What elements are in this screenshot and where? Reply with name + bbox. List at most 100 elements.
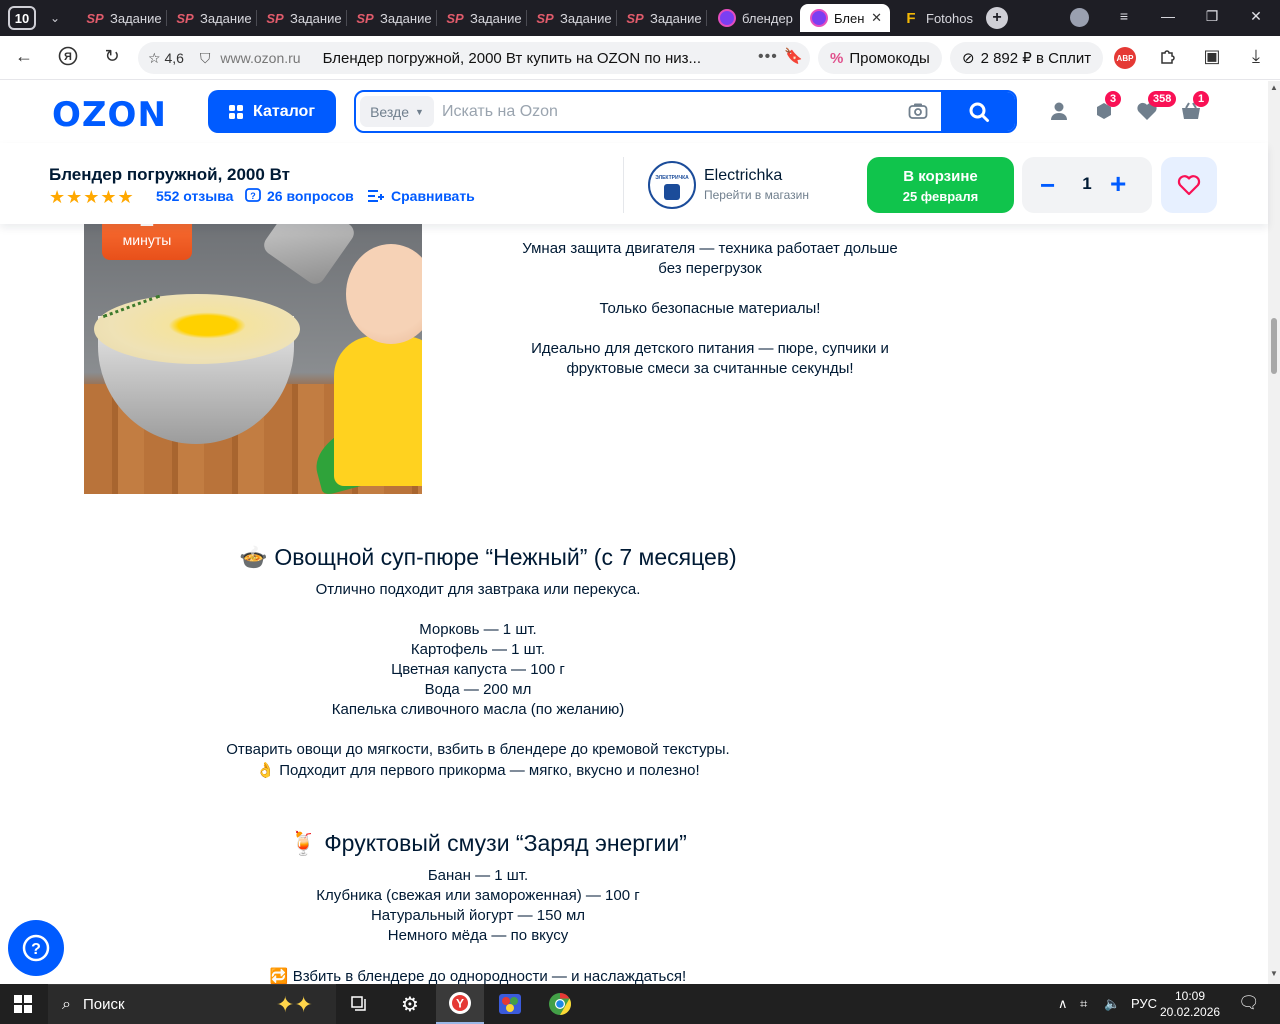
search-scope-select[interactable]: Везде ▼ — [360, 96, 434, 127]
ingredient-line: Клубника (свежая или замороженная) — 100… — [316, 887, 640, 904]
browser-tab[interactable]: SP Задание — [526, 4, 616, 32]
url-page-title[interactable]: Блендер погружной, 2000 Вт купить на OZO… — [323, 50, 713, 67]
decrease-quantity-button[interactable]: − — [1040, 170, 1055, 201]
tray-network-icon[interactable]: ⌗ — [1080, 996, 1087, 1012]
taskbar-search[interactable]: ⌕ Поиск ✦✦ — [48, 984, 336, 1024]
yandex-browser-taskbar-icon[interactable]: Y — [436, 984, 484, 1024]
minimize-icon[interactable]: — — [1158, 8, 1178, 24]
profile-icon[interactable] — [1047, 101, 1071, 127]
browser-tab[interactable]: блендер — [708, 4, 798, 32]
help-button[interactable]: ? — [8, 920, 64, 976]
url-domain[interactable]: www.ozon.ru — [220, 50, 300, 66]
svg-text:?: ? — [250, 191, 256, 201]
chrome-taskbar-icon[interactable] — [536, 984, 584, 1024]
split-price-button[interactable]: ⊘ 2 892 ₽ в Сплит — [950, 42, 1104, 74]
tab-title: Задание — [470, 10, 522, 26]
tropical-drink-icon: 🍹 — [289, 830, 318, 856]
cart-badge: 1 — [1193, 91, 1210, 107]
seller-store-link[interactable]: Перейти в магазин — [704, 188, 809, 202]
notifications-icon[interactable]: 🗨 — [1238, 993, 1260, 1013]
split-icon: ⊘ — [962, 50, 975, 67]
new-tab-button[interactable]: + — [986, 7, 1008, 29]
ingredient-line: Картофель — 1 шт. — [410, 641, 546, 658]
tab-count-button[interactable]: 10 — [8, 6, 36, 30]
product-sticky-bar: Блендер погружной, 2000 Вт ★★★★★ 552 отз… — [0, 143, 1268, 224]
in-cart-button[interactable]: В корзине 25 февраля — [867, 157, 1014, 213]
photo-app-taskbar-icon[interactable] — [486, 984, 534, 1024]
browser-menu-icon[interactable]: ≡ — [1114, 8, 1134, 24]
profile-avatar-icon[interactable] — [1070, 8, 1089, 27]
svg-text:Y: Y — [456, 997, 464, 1011]
yandex-icon[interactable]: Я — [56, 46, 80, 71]
reload-icon[interactable]: ↻ — [100, 46, 124, 67]
questions-link[interactable]: ? 26 вопросов — [245, 188, 354, 204]
more-dots-icon[interactable]: ••• — [758, 48, 778, 66]
collections-icon[interactable]: ▣ — [1200, 46, 1224, 67]
browser-tab[interactable]: SP Задание — [256, 4, 346, 32]
seller-name[interactable]: Electrichka — [704, 167, 782, 185]
favorites-badge: 358 — [1148, 91, 1177, 107]
ozon-favicon-icon — [810, 9, 828, 27]
browser-tab[interactable]: SP Задание — [166, 4, 256, 32]
reviews-link[interactable]: 552 отзыва — [156, 188, 233, 204]
rating-stars-icon[interactable]: ★★★★★ — [49, 187, 135, 208]
settings-gear-icon[interactable]: ⚙ — [386, 984, 434, 1024]
tray-language[interactable]: РУС — [1131, 996, 1157, 1011]
recipe-intro: Отлично подходит для завтрака или переку… — [315, 581, 641, 598]
site-rating[interactable]: ☆ 4,6 — [148, 50, 184, 67]
tab-title: Задание — [290, 10, 342, 26]
back-arrow-icon[interactable]: ← — [12, 46, 36, 67]
timer-badge: 2 минуты — [102, 224, 192, 260]
browser-tab-active[interactable]: Блен ✕ — [800, 4, 890, 32]
scrollbar-thumb[interactable] — [1271, 318, 1277, 374]
tab-list-chevron-icon[interactable]: ⌄ — [44, 6, 66, 30]
extensions-puzzle-icon[interactable] — [1156, 46, 1180, 71]
scroll-up-arrow-icon[interactable]: ▲ — [1270, 83, 1278, 92]
search-icon: ⌕ — [62, 995, 71, 1013]
tray-chevron-icon[interactable]: ∧ — [1058, 996, 1068, 1012]
caret-down-icon: ▼ — [414, 106, 424, 117]
tab-title: блендер — [742, 10, 793, 26]
ingredient-line: Цветная капуста — 100 г — [391, 661, 565, 678]
product-title: Блендер погружной, 2000 Вт — [49, 165, 290, 184]
sp-favicon-icon: SP — [176, 10, 194, 26]
product-photo-baby-puree[interactable]: 2 минуты — [84, 224, 422, 494]
browser-tab[interactable]: SP Задание — [616, 4, 706, 32]
restore-icon[interactable]: ❐ — [1202, 8, 1222, 25]
bookmark-icon[interactable]: 🔖 — [784, 47, 803, 65]
increase-quantity-button[interactable]: + — [1110, 168, 1126, 200]
adblock-icon[interactable]: ABP — [1114, 47, 1136, 69]
add-to-favorites-button[interactable] — [1161, 157, 1217, 213]
browser-tab[interactable]: F Fotohos — [892, 4, 982, 32]
tab-close-icon[interactable]: ✕ — [871, 10, 882, 26]
quantity-value: 1 — [1082, 174, 1092, 193]
compare-link[interactable]: Сравнивать — [367, 188, 475, 204]
repeat-arrows-icon: 🔁 — [269, 968, 289, 984]
search-submit-button[interactable] — [941, 92, 1015, 131]
security-shield-icon[interactable]: ⛉ — [200, 50, 211, 67]
desc-line: Умная защита двигателя — техника работае… — [522, 240, 898, 257]
task-view-icon[interactable] — [336, 984, 384, 1024]
seller-logo[interactable]: ЭЛЕКТРИЧКА — [648, 161, 696, 209]
percent-icon: % — [830, 49, 844, 67]
browser-tab-strip: 10 ⌄ SP Задание SP Задание SP Задание SP… — [0, 0, 1280, 36]
page-scrollbar[interactable]: ▲ ▼ — [1268, 81, 1280, 984]
close-window-icon[interactable]: ✕ — [1246, 8, 1266, 25]
camera-search-icon[interactable] — [908, 102, 928, 125]
tray-volume-icon[interactable]: 🔈 — [1104, 996, 1120, 1012]
recipe-title: 🍹 Фруктовый смузи “Заряд энергии” — [289, 830, 687, 856]
browser-tab[interactable]: SP Задание — [436, 4, 526, 32]
browser-tab[interactable]: SP Задание — [76, 4, 166, 32]
browser-tab[interactable]: SP Задание — [346, 4, 436, 32]
address-bar[interactable]: ☆ 4,6 ⛉ www.ozon.ru Блендер погружной, 2… — [138, 42, 810, 74]
tray-clock[interactable]: 10:09 20.02.2026 — [1160, 988, 1220, 1020]
scroll-down-arrow-icon[interactable]: ▼ — [1270, 969, 1278, 978]
download-icon[interactable]: ⤓ — [1244, 46, 1268, 67]
promocodes-button[interactable]: % Промокоды — [818, 42, 942, 74]
tab-title: Задание — [650, 10, 702, 26]
quantity-stepper: − 1 + — [1022, 157, 1152, 213]
catalog-button[interactable]: Каталог — [208, 90, 336, 133]
ozon-logo[interactable]: OZON — [52, 95, 167, 135]
search-input[interactable] — [442, 97, 912, 126]
windows-start-icon[interactable] — [14, 995, 32, 1013]
